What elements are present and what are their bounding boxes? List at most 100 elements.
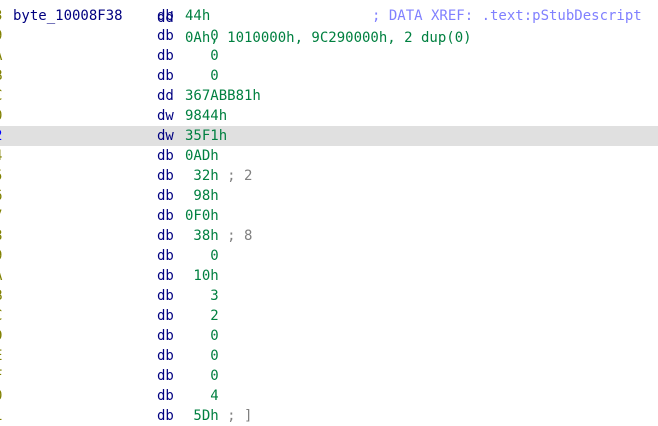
address: 1 [0, 406, 2, 426]
operand-value: 9844h [185, 108, 228, 124]
mnemonic: dd [157, 88, 174, 104]
operand-value: 3 [185, 288, 219, 304]
operand[interactable]: 3 [185, 286, 219, 306]
mnemonic: db [157, 168, 174, 184]
mnemonic: db [157, 348, 174, 364]
operand-value: 0ADh [185, 148, 219, 164]
listing-line[interactable]: Edb 0 [0, 346, 658, 366]
mnemonic: db [157, 68, 174, 84]
operand-value: 35F1h [185, 128, 228, 144]
mnemonic: db [157, 408, 174, 424]
mnemonic: db [157, 28, 174, 44]
listing-line[interactable]: Cdd 367ABB81h [0, 86, 658, 106]
listing-line[interactable]: 9 db 0 [0, 26, 658, 46]
operand-value: 0 [185, 368, 219, 384]
address: 9 [0, 26, 2, 46]
listing-line[interactable]: Fdb 0 [0, 366, 658, 386]
mnemonic: db [157, 368, 174, 384]
operand[interactable]: 0 [185, 46, 219, 66]
operand[interactable]: 0F0h [185, 206, 219, 226]
operand[interactable]: 0 [185, 326, 219, 346]
mnemonic: db [157, 268, 174, 284]
operand[interactable]: 10h [185, 266, 219, 286]
mnemonic: db [157, 308, 174, 324]
operand[interactable]: 38h ; 8 [185, 226, 252, 246]
operand[interactable]: 9844h [185, 106, 227, 126]
operand-value: 0 [185, 328, 219, 344]
mnemonic: db [157, 228, 174, 244]
mnemonic: db [157, 8, 174, 24]
listing-line[interactable]: Adb 10h [0, 266, 658, 286]
comment: ; ] [218, 408, 253, 424]
listing-line[interactable]: 5 db 32h ; 2 [0, 166, 658, 186]
operand[interactable]: 0 [185, 246, 219, 266]
operand[interactable]: 4 [185, 386, 219, 406]
listing-line[interactable]: Bdb 0 [0, 66, 658, 86]
label-name[interactable]: byte_10008F38 [13, 6, 123, 26]
address: 9 [0, 246, 2, 266]
listing-line[interactable]: Cdb 2 [0, 306, 658, 326]
mnemonic: db [157, 48, 174, 64]
listing-line[interactable]: Bdb 3 [0, 286, 658, 306]
address: 0 [0, 106, 2, 126]
operand[interactable]: 5Dh ; ] [185, 406, 252, 426]
operand-value: 0 [185, 248, 219, 264]
listing-line[interactable]: 7 db 0F0h [0, 206, 658, 226]
operand[interactable]: 0 [185, 346, 218, 366]
operand[interactable]: 98h [185, 186, 219, 206]
address: C [0, 86, 2, 106]
listing-line[interactable]: 2 dw 35F1h [0, 126, 658, 146]
listing-line[interactable]: 3 byte_10008F38 db 44h ; DATA XREF: .text:pS… [0, 6, 658, 26]
operand-value: 0 [185, 28, 219, 44]
mnemonic: db [157, 208, 174, 224]
operand-value: 0 [185, 48, 219, 64]
address: 5 [0, 166, 2, 186]
listing-line[interactable]: 4 db 0ADh [0, 146, 658, 166]
comment: ; 2 [218, 168, 253, 184]
listing-line[interactable]: 0 dw 9844h [0, 106, 658, 126]
operand-value: 98h [185, 188, 219, 204]
operand[interactable]: 0 [185, 66, 219, 86]
mnemonic: db [157, 188, 174, 204]
mnemonic: db [157, 328, 174, 344]
disassembly-view[interactable]: dd 0Ah, 1010000h, 9C290000h, 2 dup(0) 3b… [0, 0, 658, 426]
address: A [0, 266, 2, 286]
operand-value: 2 [185, 308, 219, 324]
listing-line[interactable]: Ddb 0 [0, 326, 658, 346]
operand[interactable]: 35F1h [185, 126, 227, 146]
operand[interactable]: 367ABB81h [185, 86, 261, 106]
address: F [0, 366, 2, 386]
address: 3 [0, 6, 2, 26]
address: C [0, 306, 2, 326]
mnemonic: db [157, 148, 174, 164]
mnemonic: db [157, 388, 174, 404]
listing-line[interactable]: 1 db 5Dh ; ] [0, 406, 658, 426]
operand-value: 32h [185, 168, 219, 184]
operand-value: 10h [185, 268, 219, 284]
listing-line[interactable]: 9 db 0 [0, 246, 658, 266]
operand-value: 44h [185, 8, 211, 24]
comment: ; 8 [218, 228, 253, 244]
address: E [0, 346, 2, 366]
listing-line[interactable]: Adb 0 [0, 46, 658, 66]
operand-value: 0F0h [185, 208, 219, 224]
listing-line[interactable]: 6 db 98h [0, 186, 658, 206]
address: B [0, 286, 2, 306]
operand-value: 367ABB81h [185, 88, 261, 104]
address: 2 [0, 126, 2, 146]
mnemonic: db [157, 248, 174, 264]
listing-line[interactable]: 0 db 4 [0, 386, 658, 406]
listing-line[interactable]: 8 db 38h ; 8 [0, 226, 658, 246]
operand[interactable]: 32h ; 2 [185, 166, 252, 186]
operand[interactable]: 2 [185, 306, 219, 326]
xref-comment[interactable]: ; DATA XREF: .text:pStubDescript [372, 6, 642, 26]
operand[interactable]: 0 [185, 26, 219, 46]
operand[interactable]: 0ADh [185, 146, 219, 166]
operand[interactable]: 44h [185, 6, 210, 26]
address: 7 [0, 206, 2, 226]
operand-value: 4 [185, 388, 219, 404]
address: 8 [0, 226, 2, 246]
operand[interactable]: 0 [185, 366, 219, 386]
operand-value: 0 [185, 68, 219, 84]
mnemonic: db [157, 288, 174, 304]
